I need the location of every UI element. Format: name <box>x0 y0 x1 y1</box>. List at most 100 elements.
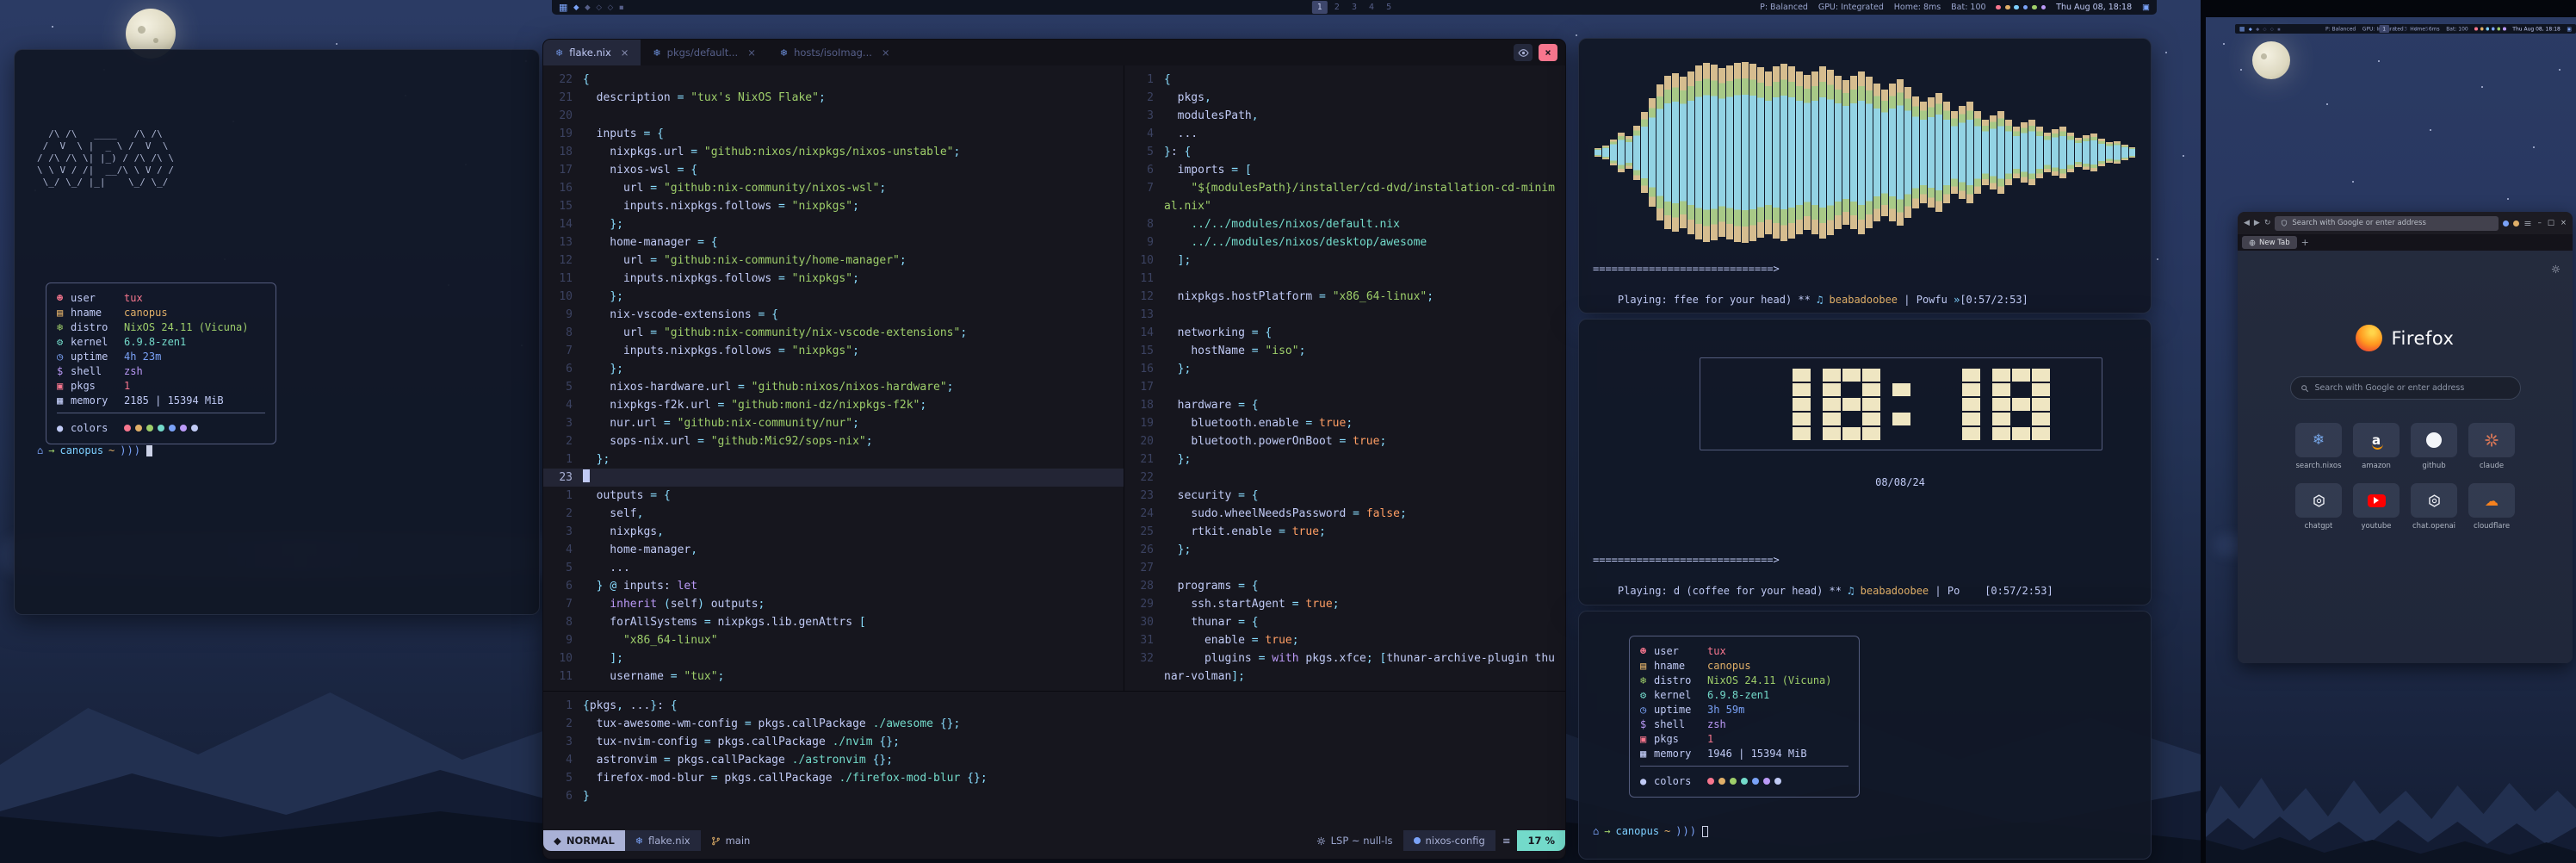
tag-icon[interactable]: ◆ <box>573 3 579 12</box>
workspace-button[interactable]: 3 <box>2400 25 2410 33</box>
workspace-button[interactable]: 2 <box>2390 25 2400 33</box>
code-line[interactable]: 9 ../../modules/nixos/desktop/awesome <box>1124 233 1565 251</box>
code-line[interactable]: 1 }; <box>543 450 1124 469</box>
tab-close-icon[interactable]: × <box>621 47 629 59</box>
code-line[interactable]: 7 inherit (self) outputs; <box>543 595 1124 613</box>
code-line[interactable]: 5 firefox-mod-blur = pkgs.callPackage ./… <box>543 769 1565 787</box>
code-line[interactable]: 21 description = "tux's NixOS Flake"; <box>543 89 1124 107</box>
tag-icon[interactable]: ▪ <box>2277 26 2281 32</box>
workspace-button[interactable]: 5 <box>1381 1 1396 13</box>
code-line[interactable]: 22{ <box>543 71 1124 89</box>
tag-icon[interactable]: ◇ <box>596 3 602 12</box>
shortcut-tile[interactable]: github <box>2406 423 2463 470</box>
shortcut-tile[interactable]: claude <box>2463 423 2521 470</box>
code-line[interactable]: 1 outputs = { <box>543 487 1124 505</box>
workspace-button[interactable]: 4 <box>2412 25 2421 33</box>
code-line[interactable]: 20 bluetooth.powerOnBoot = true; <box>1124 432 1565 450</box>
code-line[interactable]: 3 modulesPath, <box>1124 107 1565 125</box>
code-line[interactable]: 16 }; <box>1124 360 1565 378</box>
code-line[interactable]: 24 sudo.wheelNeedsPassword = false; <box>1124 505 1565 523</box>
code-line[interactable]: 23 security = { <box>1124 487 1565 505</box>
editor-pane-isoimage[interactable]: 1{2 pkgs,3 modulesPath,4 ...5}: {6 impor… <box>1124 65 1565 691</box>
code-line[interactable]: 9 nix-vscode-extensions = { <box>543 306 1124 324</box>
code-line[interactable]: 8 forAllSystems = nixpkgs.lib.genAttrs [ <box>543 613 1124 631</box>
code-line[interactable]: 10 }; <box>543 288 1124 306</box>
maximize-icon[interactable]: □ <box>2548 219 2554 227</box>
code-line[interactable]: 7 inputs.nixpkgs.follows = "nixpkgs"; <box>543 342 1124 360</box>
code-line[interactable]: 3 nixpkgs, <box>543 523 1124 541</box>
code-line[interactable]: 13 <box>1124 306 1565 324</box>
code-line[interactable]: 29 ssh.startAgent = true; <box>1124 595 1565 613</box>
code-line[interactable]: 11 inputs.nixpkgs.follows = "nixpkgs"; <box>543 270 1124 288</box>
code-line[interactable]: 17 <box>1124 378 1565 396</box>
app-launcher-icon[interactable]: ▦ <box>2239 26 2245 33</box>
shortcut-tile[interactable]: youtube <box>2348 483 2406 531</box>
search-input[interactable]: Search with Google or enter address <box>2290 376 2521 400</box>
code-line[interactable]: 11 <box>1124 270 1565 288</box>
code-line[interactable]: 32 plugins = with pkgs.xfce; [thunar-arc… <box>1124 649 1565 686</box>
code-line[interactable]: 15 hostName = "iso"; <box>1124 342 1565 360</box>
code-line[interactable]: 15 inputs.nixpkgs.follows = "nixpkgs"; <box>543 197 1124 215</box>
code-line[interactable]: 4 home-manager, <box>543 541 1124 559</box>
code-line[interactable]: 11 username = "tux"; <box>543 667 1124 686</box>
code-line[interactable]: 16 url = "github:nix-community/nixos-wsl… <box>543 179 1124 197</box>
code-line[interactable]: 21 }; <box>1124 450 1565 469</box>
code-line[interactable]: 5 ... <box>543 559 1124 577</box>
code-line[interactable]: 3 nur.url = "github:nix-community/nur"; <box>543 414 1124 432</box>
extension-icon[interactable] <box>2513 220 2519 227</box>
code-line[interactable]: 20 <box>543 107 1124 125</box>
workspace-button[interactable]: 5 <box>2422 25 2431 33</box>
editor-tab[interactable]: ❄hosts/isoImag...× <box>768 40 902 65</box>
code-line[interactable]: 23 <box>543 469 1124 487</box>
code-line[interactable]: 18 nixpkgs.url = "github:nixos/nixpkgs/n… <box>543 143 1124 161</box>
app-launcher-icon[interactable]: ▦ <box>559 2 567 13</box>
tag-icon[interactable]: ◇ <box>608 3 614 12</box>
tray-icon[interactable] <box>2503 28 2506 31</box>
editor-tab[interactable]: ❄flake.nix× <box>543 40 641 65</box>
workspace-button[interactable]: 4 <box>1364 1 1379 13</box>
tray-icon[interactable] <box>2023 5 2028 10</box>
tag-icon[interactable]: ◆ <box>2249 26 2252 32</box>
code-line[interactable]: 5 nixos-hardware.url = "github:nixos/nix… <box>543 378 1124 396</box>
code-line[interactable]: 9 "x86_64-linux" <box>543 631 1124 649</box>
code-line[interactable]: 14 networking = { <box>1124 324 1565 342</box>
shortcut-tile[interactable]: chatgpt <box>2290 483 2348 531</box>
tag-icon[interactable]: ▪ <box>619 3 624 12</box>
code-line[interactable]: 25 rtkit.enable = true; <box>1124 523 1565 541</box>
code-line[interactable]: 6 imports = [ <box>1124 161 1565 179</box>
close-icon[interactable]: × <box>2561 219 2567 227</box>
tag-icon[interactable]: ◆ <box>2256 26 2259 32</box>
code-line[interactable]: 4 astronvim = pkgs.callPackage ./astronv… <box>543 751 1565 769</box>
shortcut-tile[interactable]: ❄search.nixos <box>2290 423 2348 470</box>
tag-icon[interactable]: ◇ <box>2263 26 2266 32</box>
code-line[interactable]: 18 hardware = { <box>1124 396 1565 414</box>
code-line[interactable]: 6} <box>543 787 1565 805</box>
code-line[interactable]: 19 inputs = { <box>543 125 1124 143</box>
code-line[interactable]: 2 tux-awesome-wm-config = pkgs.callPacka… <box>543 715 1565 733</box>
workspace-button[interactable]: 1 <box>1312 1 1328 13</box>
tray-icon[interactable] <box>2498 28 2501 31</box>
code-line[interactable]: 10 ]; <box>543 649 1124 667</box>
shortcut-tile[interactable]: aamazon <box>2348 423 2406 470</box>
tray-icon[interactable] <box>2005 5 2010 10</box>
tray-icon[interactable] <box>2480 28 2484 31</box>
code-line[interactable]: 1{pkgs, ...}: { <box>543 697 1565 715</box>
code-line[interactable]: 7 "${modulesPath}/installer/cd-dvd/insta… <box>1124 179 1565 215</box>
code-line[interactable]: 27 <box>1124 559 1565 577</box>
tray-icon[interactable] <box>2474 28 2478 31</box>
tray-icon[interactable] <box>1996 5 2001 10</box>
code-line[interactable]: 8 ../../modules/nixos/default.nix <box>1124 215 1565 233</box>
eye-button[interactable] <box>1514 44 1533 61</box>
tray-icon[interactable] <box>2041 5 2047 10</box>
code-line[interactable]: 2 pkgs, <box>1124 89 1565 107</box>
window-close-button[interactable]: × <box>1539 44 1557 61</box>
code-line[interactable]: 12 nixpkgs.hostPlatform = "x86_64-linux"… <box>1124 288 1565 306</box>
shell-prompt[interactable]: ⌂→canopus~))) <box>1593 825 1708 837</box>
code-line[interactable]: 26 }; <box>1124 541 1565 559</box>
workspace-button[interactable]: 1 <box>2380 25 2389 33</box>
tray-icon[interactable] <box>2014 5 2019 10</box>
minimize-icon[interactable]: – <box>2538 219 2542 227</box>
code-line[interactable]: 8 url = "github:nix-community/nix-vscode… <box>543 324 1124 342</box>
code-line[interactable]: 4 nixpkgs-f2k.url = "github:moni-dz/nixp… <box>543 396 1124 414</box>
code-line[interactable]: 19 bluetooth.enable = true; <box>1124 414 1565 432</box>
